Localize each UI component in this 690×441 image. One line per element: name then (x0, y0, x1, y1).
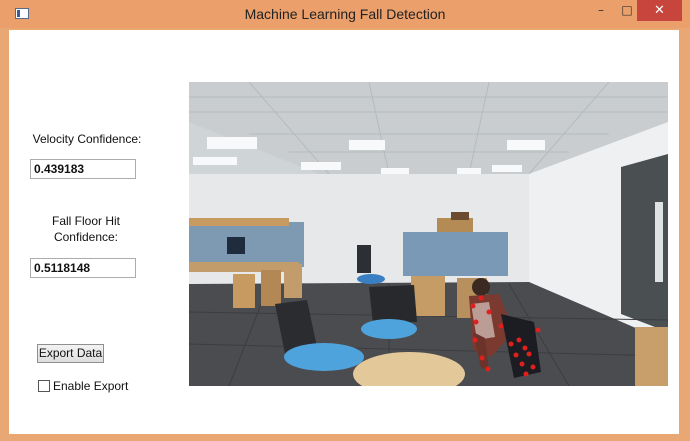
client-area: Velocity Confidence: 0.439183 Fall Floor… (9, 30, 679, 434)
enable-export-checkbox[interactable] (38, 380, 50, 392)
enable-export-label[interactable]: Enable Export (53, 379, 128, 393)
fall-floor-hit-field[interactable]: 0.5118148 (30, 258, 136, 278)
fall-floor-hit-label-line1: Fall Floor Hit (51, 214, 120, 228)
window-title: Machine Learning Fall Detection (244, 6, 446, 22)
camera-feed-image (189, 82, 668, 386)
app-window: Machine Learning Fall Detection – □ ✕ Ve… (0, 0, 690, 441)
minimize-button[interactable]: – (588, 0, 614, 21)
title-bar[interactable]: Machine Learning Fall Detection – □ ✕ (0, 0, 690, 28)
velocity-confidence-label: Velocity Confidence: (32, 132, 142, 146)
export-data-button[interactable]: Export Data (37, 344, 104, 363)
fall-floor-hit-label: Fall Floor Hit Confidence: (41, 213, 131, 245)
fall-floor-hit-label-line2: Confidence: (53, 230, 119, 244)
office-scene (189, 82, 668, 386)
close-button[interactable]: ✕ (637, 0, 682, 21)
velocity-confidence-field[interactable]: 0.439183 (30, 159, 136, 179)
